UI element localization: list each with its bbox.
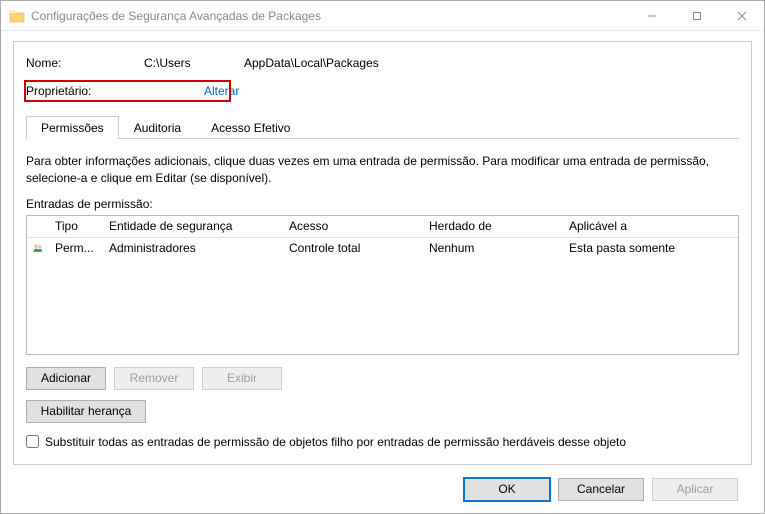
add-button[interactable]: Adicionar [26, 367, 106, 390]
apply-button: Aplicar [652, 478, 738, 501]
view-button: Exibir [202, 367, 282, 390]
list-buttons: Adicionar Remover Exibir [26, 367, 739, 390]
replace-children-label: Substituir todas as entradas de permissã… [45, 435, 626, 449]
change-owner-link[interactable]: Alterar [204, 84, 239, 98]
tab-auditing[interactable]: Auditoria [119, 116, 196, 139]
owner-row: Proprietário: Alterar [26, 82, 739, 100]
table-row[interactable]: Perm... Administradores Controle total N… [27, 238, 738, 258]
dialog-button-bar: OK Cancelar Aplicar [13, 465, 752, 513]
enable-inheritance-button[interactable]: Habilitar herança [26, 400, 146, 423]
name-row: Nome: C:\Users AppData\Local\Packages [26, 54, 739, 72]
col-entidade[interactable]: Entidade de segurança [103, 219, 283, 233]
cancel-button[interactable]: Cancelar [558, 478, 644, 501]
name-value-2: AppData\Local\Packages [244, 56, 379, 70]
list-header: Tipo Entidade de segurança Acesso Herdad… [27, 216, 738, 238]
users-icon [27, 241, 49, 255]
window-title: Configurações de Segurança Avançadas de … [31, 9, 629, 23]
col-acesso[interactable]: Acesso [283, 219, 423, 233]
cell-herdado: Nenhum [423, 241, 563, 255]
ok-button[interactable]: OK [464, 478, 550, 501]
col-aplicavel[interactable]: Aplicável a [563, 219, 738, 233]
replace-children-row[interactable]: Substituir todas as entradas de permissã… [26, 435, 739, 449]
name-value-1: C:\Users [144, 56, 244, 70]
col-tipo[interactable]: Tipo [49, 219, 103, 233]
list-caption: Entradas de permissão: [26, 197, 739, 211]
col-herdado[interactable]: Herdado de [423, 219, 563, 233]
minimize-button[interactable] [629, 1, 674, 30]
window-controls [629, 1, 764, 30]
owner-label: Proprietário: [26, 84, 144, 98]
maximize-button[interactable] [674, 1, 719, 30]
cell-tipo: Perm... [49, 241, 103, 255]
cell-acesso: Controle total [283, 241, 423, 255]
tab-permissions[interactable]: Permissões [26, 116, 119, 139]
close-button[interactable] [719, 1, 764, 30]
tabstrip: Permissões Auditoria Acesso Efetivo [26, 116, 739, 139]
remove-button: Remover [114, 367, 194, 390]
replace-children-checkbox[interactable] [26, 435, 39, 448]
help-text: Para obter informações adicionais, cliqu… [26, 153, 739, 187]
tab-effective-access[interactable]: Acesso Efetivo [196, 116, 305, 139]
folder-icon [9, 8, 25, 24]
permissions-list[interactable]: Tipo Entidade de segurança Acesso Herdad… [26, 215, 739, 355]
cell-entidade: Administradores [103, 241, 283, 255]
advanced-security-dialog: Configurações de Segurança Avançadas de … [0, 0, 765, 514]
name-label: Nome: [26, 56, 144, 70]
main-panel: Nome: C:\Users AppData\Local\Packages Pr… [13, 41, 752, 465]
cell-aplicavel: Esta pasta somente [563, 241, 738, 255]
titlebar: Configurações de Segurança Avançadas de … [1, 1, 764, 31]
